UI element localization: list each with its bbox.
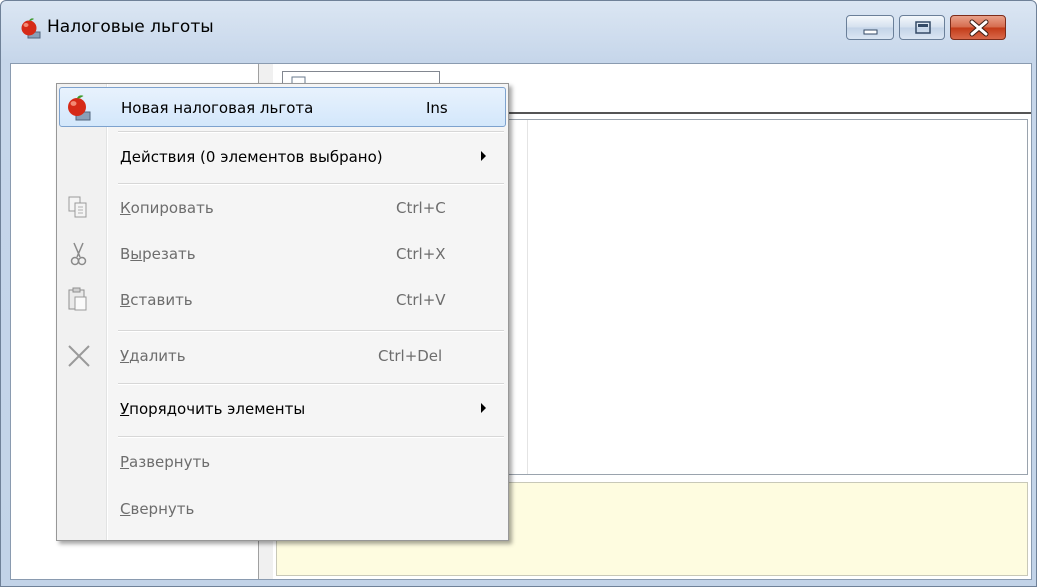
close-button[interactable]	[950, 15, 1006, 40]
menu-item-shortcut: Ctrl+C	[396, 199, 446, 217]
scissors-icon	[70, 242, 87, 266]
menu-item-label: Свернуть	[120, 500, 195, 518]
menu-item-label: Вставить	[120, 291, 193, 309]
menu-item-copy[interactable]: Копировать Ctrl+C	[59, 188, 506, 228]
title-bar[interactable]: Налоговые льготы	[1, 1, 1036, 51]
menu-item-shortcut: Ctrl+V	[396, 291, 446, 309]
apple-icon	[21, 18, 41, 39]
minimize-icon	[863, 29, 878, 35]
menu-item-expand[interactable]: Развернуть	[59, 442, 506, 482]
close-icon	[969, 19, 989, 37]
menu-item-shortcut: Ctrl+Del	[378, 347, 443, 365]
menu-item-label: Копировать	[120, 199, 214, 217]
menu-separator	[118, 131, 504, 133]
menu-item-cut[interactable]: Вырезать Ctrl+X	[59, 234, 506, 274]
menu-separator	[118, 183, 504, 185]
menu-separator	[118, 383, 504, 385]
apple-icon	[68, 95, 91, 121]
window-title: Налоговые льготы	[47, 17, 214, 37]
menu-item-label: Развернуть	[120, 453, 211, 471]
menu-item-actions[interactable]: Действия (0 элементов выбрано)	[59, 137, 506, 177]
minimize-button[interactable]	[846, 15, 894, 40]
menu-item-label: Действия (0 элементов выбрано)	[120, 148, 383, 166]
submenu-arrow-icon	[481, 151, 486, 161]
submenu-arrow-icon	[481, 403, 486, 413]
menu-item-new-tax-benefit[interactable]: Новая налоговая льгота Ins	[59, 87, 506, 127]
menu-item-paste[interactable]: Вставить Ctrl+V	[59, 280, 506, 320]
maximize-icon	[915, 21, 931, 34]
menu-separator	[118, 436, 504, 438]
menu-item-shortcut: Ctrl+X	[396, 245, 446, 263]
menu-item-shortcut: Ins	[426, 99, 448, 117]
context-menu: Новая налоговая льгота Ins Действия (0 э…	[56, 83, 509, 541]
paste-icon	[68, 287, 87, 311]
menu-item-label: Вырезать	[120, 245, 196, 263]
copy-icon	[68, 196, 87, 218]
menu-item-sort-elements[interactable]: Упорядочить элементы	[59, 389, 506, 429]
menu-item-collapse[interactable]: Свернуть	[59, 489, 506, 529]
menu-item-label: Удалить	[120, 347, 186, 365]
maximize-button[interactable]	[899, 15, 945, 40]
menu-separator	[118, 330, 504, 332]
menu-item-label: Упорядочить элементы	[120, 400, 306, 418]
list-column-divider	[527, 120, 528, 474]
menu-item-label: Новая налоговая льгота	[121, 99, 314, 117]
delete-x-icon	[68, 345, 90, 367]
menu-item-delete[interactable]: Удалить Ctrl+Del	[59, 336, 506, 376]
